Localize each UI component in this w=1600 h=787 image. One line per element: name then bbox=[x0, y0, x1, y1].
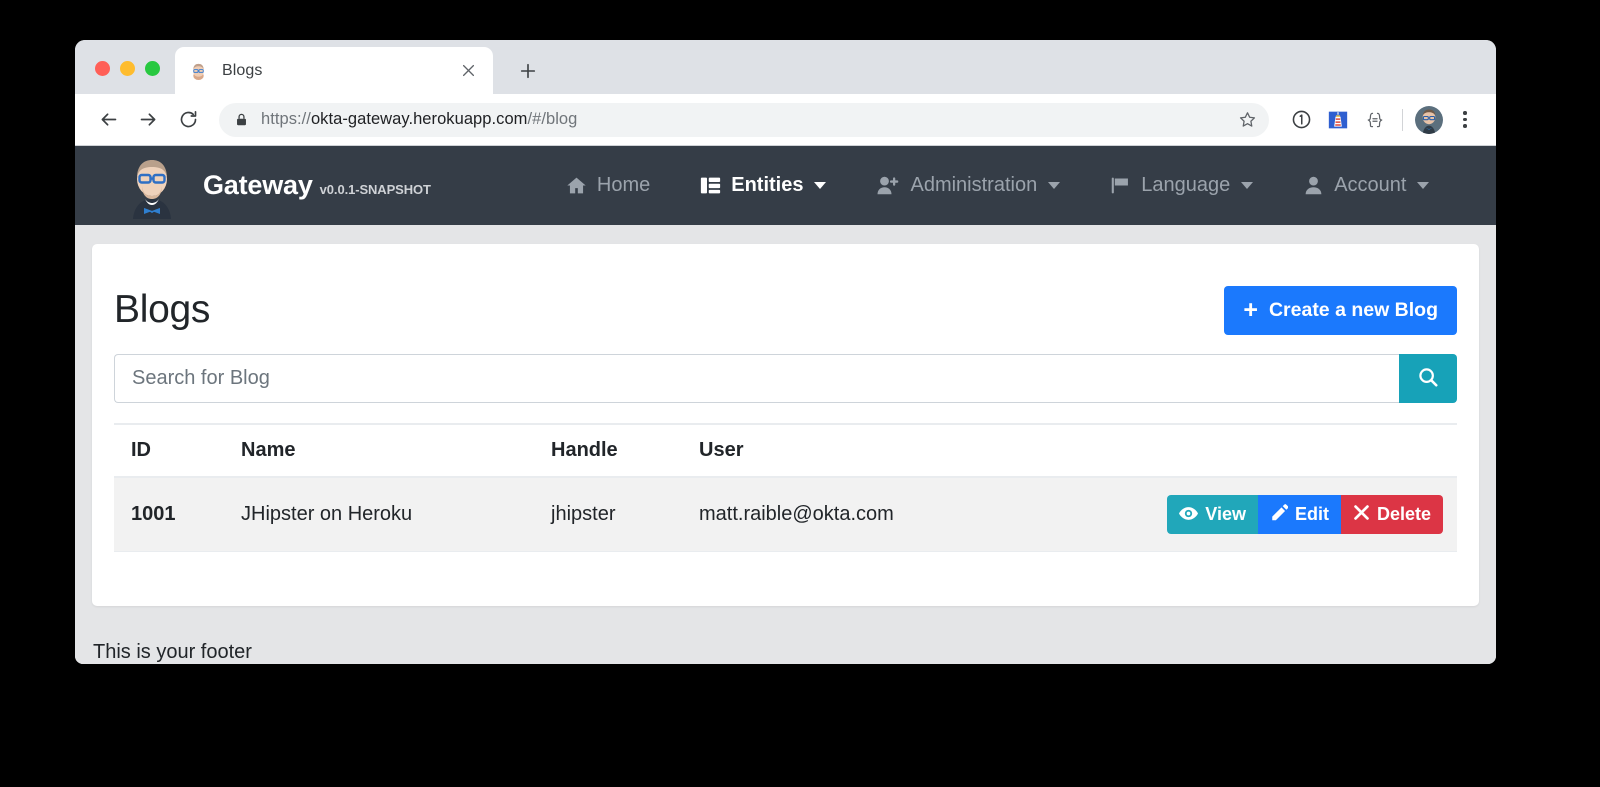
edit-label: Edit bbox=[1294, 504, 1329, 524]
toolbar-divider bbox=[1402, 108, 1403, 131]
pencil-icon bbox=[1270, 503, 1289, 526]
nav-item-label: Account bbox=[1334, 174, 1407, 196]
search-row bbox=[114, 354, 1457, 403]
url-text: https://okta-gateway.herokuapp.com/#/blo… bbox=[261, 110, 1233, 129]
info-circle-icon[interactable] bbox=[1286, 105, 1316, 135]
url-scheme: https:// bbox=[261, 110, 311, 128]
chevron-down-icon bbox=[1048, 182, 1061, 189]
browser-toolbar: https://okta-gateway.herokuapp.com/#/blo… bbox=[75, 94, 1496, 146]
flag-icon bbox=[1110, 175, 1131, 196]
page-footer: This is your footer bbox=[93, 641, 252, 663]
nav-item-label: Language bbox=[1141, 174, 1231, 196]
create-blog-label: Create a new Blog bbox=[1268, 298, 1438, 321]
back-arrow-icon[interactable] bbox=[91, 103, 125, 137]
times-icon bbox=[1353, 504, 1370, 526]
cell-name: JHipster on Heroku bbox=[224, 477, 534, 552]
close-window-button[interactable] bbox=[95, 61, 110, 76]
list-icon bbox=[700, 175, 721, 196]
edit-button[interactable]: Edit bbox=[1257, 495, 1341, 534]
app-navbar: Gateway v0.0.1-SNAPSHOT Home Entities Ad… bbox=[75, 146, 1496, 225]
new-tab-button[interactable] bbox=[515, 58, 541, 84]
braces-icon[interactable] bbox=[1360, 105, 1390, 135]
view-label: View bbox=[1205, 504, 1246, 524]
delete-button[interactable]: Delete bbox=[1340, 495, 1443, 534]
search-button[interactable] bbox=[1399, 354, 1457, 403]
profile-avatar[interactable] bbox=[1415, 105, 1443, 134]
nav-item-entities[interactable]: Entities bbox=[675, 174, 851, 197]
cell-user: matt.raible@okta.com bbox=[682, 477, 999, 552]
chevron-down-icon bbox=[1417, 182, 1430, 189]
create-blog-button[interactable]: + Create a new Blog bbox=[1224, 285, 1457, 335]
nav-item-account[interactable]: Account bbox=[1278, 174, 1454, 197]
jhipster-mascot-icon bbox=[189, 61, 208, 80]
nav-item-label: Administration bbox=[910, 174, 1038, 196]
view-button[interactable]: View bbox=[1167, 495, 1258, 534]
nav-item-label: Home bbox=[596, 174, 651, 196]
close-icon[interactable] bbox=[457, 60, 479, 82]
nav-item-administration[interactable]: Administration bbox=[851, 174, 1085, 197]
kebab-menu-icon[interactable] bbox=[1452, 106, 1478, 134]
jhipster-mascot-logo bbox=[125, 153, 179, 219]
browser-window: Blogs https://okta-gateway.herokuapp.com… bbox=[75, 40, 1496, 664]
column-header-id[interactable]: ID bbox=[114, 423, 224, 478]
window-traffic-lights bbox=[95, 61, 160, 76]
tab-strip: Blogs bbox=[75, 40, 1496, 94]
delete-label: Delete bbox=[1376, 504, 1431, 524]
eye-icon bbox=[1179, 504, 1199, 525]
blogs-table: ID Name Handle User 1001 JHipster on Her… bbox=[114, 423, 1457, 552]
minimize-window-button[interactable] bbox=[120, 61, 135, 76]
cell-actions: View Edit Delete bbox=[998, 477, 1457, 552]
page-viewport: Gateway v0.0.1-SNAPSHOT Home Entities Ad… bbox=[75, 146, 1496, 664]
browser-tab[interactable]: Blogs bbox=[175, 47, 493, 94]
home-icon bbox=[566, 175, 587, 196]
lock-icon bbox=[235, 113, 248, 126]
blogs-card: Blogs + Create a new Blog Search for Blo… bbox=[92, 244, 1479, 606]
column-header-actions bbox=[998, 423, 1457, 478]
table-header-row: ID Name Handle User bbox=[114, 423, 1457, 478]
chevron-down-icon bbox=[814, 182, 827, 189]
reload-icon[interactable] bbox=[171, 103, 205, 137]
cell-handle: jhipster bbox=[534, 477, 682, 552]
column-header-name[interactable]: Name bbox=[224, 423, 534, 478]
row-action-buttons: View Edit Delete bbox=[1016, 495, 1443, 534]
column-header-handle[interactable]: Handle bbox=[534, 423, 682, 478]
nav-item-label: Entities bbox=[731, 174, 804, 196]
column-header-user[interactable]: User bbox=[682, 423, 999, 478]
maximize-window-button[interactable] bbox=[145, 61, 160, 76]
brand-name: Gateway bbox=[203, 170, 313, 200]
user-icon bbox=[1303, 175, 1324, 196]
url-path: /#/blog bbox=[527, 110, 578, 128]
search-icon bbox=[1417, 366, 1439, 391]
brand-version: v0.0.1-SNAPSHOT bbox=[319, 182, 431, 197]
forward-arrow-icon[interactable] bbox=[131, 103, 165, 137]
nav-item-home[interactable]: Home bbox=[541, 174, 675, 197]
table-row: 1001 JHipster on Heroku jhipster matt.ra… bbox=[114, 477, 1457, 552]
nav-item-language[interactable]: Language bbox=[1085, 174, 1278, 197]
plus-icon: + bbox=[1243, 295, 1258, 324]
star-icon[interactable] bbox=[1233, 106, 1261, 134]
page-title: Blogs bbox=[114, 288, 211, 331]
search-input[interactable] bbox=[114, 354, 1399, 403]
navbar-items: Home Entities Administration Language Ac… bbox=[541, 174, 1455, 197]
address-bar[interactable]: https://okta-gateway.herokuapp.com/#/blo… bbox=[219, 102, 1269, 137]
lighthouse-icon[interactable] bbox=[1323, 105, 1353, 135]
user-plus-icon bbox=[876, 175, 900, 196]
brand[interactable]: Gateway v0.0.1-SNAPSHOT bbox=[125, 153, 431, 219]
chevron-down-icon bbox=[1241, 182, 1254, 189]
tab-title: Blogs bbox=[222, 61, 263, 79]
cell-id: 1001 bbox=[114, 477, 224, 552]
card-header: Blogs + Create a new Blog bbox=[114, 244, 1457, 340]
url-host: okta-gateway.herokuapp.com bbox=[310, 110, 528, 128]
